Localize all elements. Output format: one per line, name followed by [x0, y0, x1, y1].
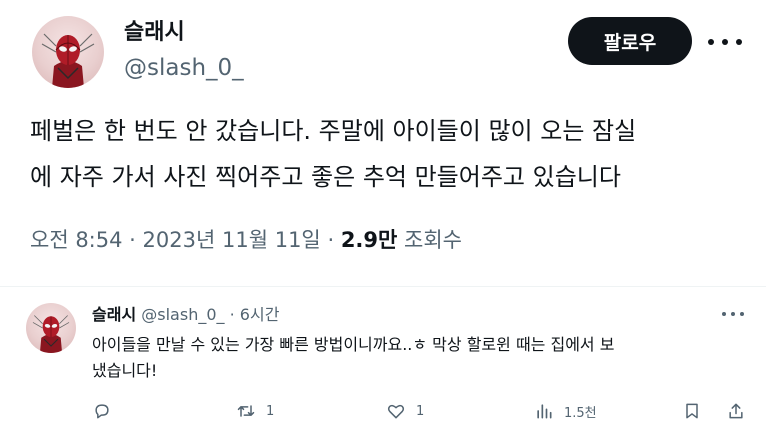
retweet-icon [237, 405, 255, 417]
views-button[interactable]: 1.5천 [534, 398, 597, 424]
author-name[interactable]: 슬래시 [124, 20, 185, 46]
avatar-image [32, 315, 70, 353]
tweet-text-line: 에 자주 가서 사진 찍어주고 좋은 추억 만들어주고 있습니다 [30, 163, 621, 191]
share-button[interactable] [726, 398, 746, 424]
divider [0, 286, 766, 287]
bookmark-icon [686, 403, 698, 419]
reply-text-line: 냈습니다! [92, 361, 158, 380]
more-icon[interactable] [722, 312, 744, 318]
share-icon [729, 403, 743, 419]
retweet-count: 1 [266, 403, 275, 419]
tweet-meta: 오전 8:54 · 2023년 11월 11일 · 2.9만 조회수 [30, 226, 462, 254]
views-count: 2.9만 [340, 228, 398, 252]
bar-chart-icon [537, 404, 552, 419]
reply-author-handle[interactable]: @slash_0_ [141, 305, 224, 324]
meta-separator: · [327, 228, 335, 252]
more-icon[interactable] [708, 32, 742, 52]
tweet-time[interactable]: 오전 8:54 [30, 228, 122, 252]
reply-button[interactable] [92, 398, 112, 424]
heart-icon [387, 404, 405, 419]
action-bar: 1 1 1.5천 [0, 398, 766, 424]
follow-button[interactable]: 팔로우 [568, 17, 692, 65]
avatar-image [41, 33, 95, 88]
reply-header: 슬래시 @slash_0_ · 6시간 [92, 304, 279, 326]
meta-separator: · [129, 228, 136, 252]
reply-text-line: 아이들을 만날 수 있는 가장 빠른 방법이니까요..ㅎ 막상 할로윈 때는 집… [92, 335, 615, 354]
author-handle[interactable]: @slash_0_ [124, 54, 244, 82]
reply-icon [95, 404, 109, 419]
tweet-text: 페벌은 한 번도 안 갔습니다. 주말에 아이들이 많이 오는 잠실 에 자주 … [30, 108, 750, 200]
tweet-date[interactable]: 2023년 11월 11일 [143, 228, 321, 252]
reply-text: 아이들을 만날 수 있는 가장 빠른 방법이니까요..ㅎ 막상 할로윈 때는 집… [92, 332, 752, 384]
reply-avatar[interactable] [26, 303, 76, 353]
author-avatar[interactable] [32, 16, 104, 88]
reply-separator: · [229, 305, 235, 324]
views-count-reply: 1.5천 [564, 405, 597, 421]
tweet-text-line: 페벌은 한 번도 안 갔습니다. 주말에 아이들이 많이 오는 잠실 [30, 117, 637, 145]
views-label: 조회수 [404, 228, 462, 252]
bookmark-button[interactable] [682, 398, 702, 424]
like-button[interactable]: 1 [386, 398, 424, 424]
retweet-button[interactable]: 1 [236, 398, 274, 424]
reply-age[interactable]: 6시간 [240, 305, 280, 324]
like-count: 1 [416, 403, 425, 419]
reply-author-name[interactable]: 슬래시 [92, 305, 136, 324]
